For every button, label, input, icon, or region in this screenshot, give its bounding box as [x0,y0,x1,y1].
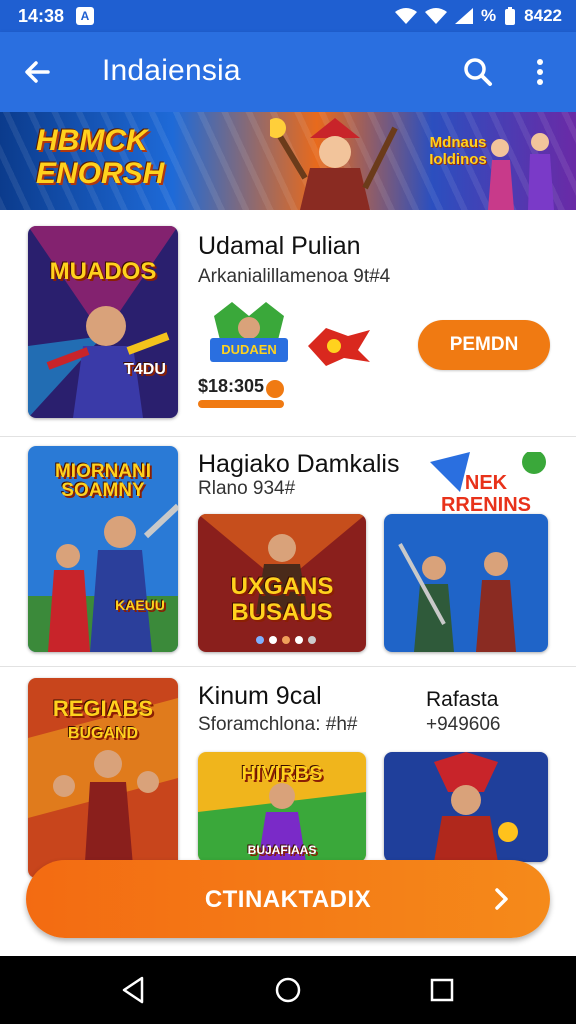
screenshot-sub: BUJAFIAAS [247,843,317,857]
list-item[interactable]: MUADOS T4DU Udamal Pulian Arkanialillame… [0,210,576,436]
thumbnail-title: REGIABS [52,696,154,721]
banner-hero-art [270,118,398,210]
screenshot-title: UXGANS BUSAUS [230,573,334,626]
battery-text: 8422 [524,6,562,25]
carousel-dot [269,636,277,644]
carousel-dot [295,636,303,644]
list-item[interactable]: MIORNANI SOAMNY KAEUU Hagiako Damkalis R… [0,436,576,666]
status-right-group: % 8422 [395,6,562,26]
side-subtitle: +949606 [426,714,501,735]
battery-icon [505,7,516,25]
banner-title: HBMCK ENORSH [36,124,165,190]
app-title: Hagiako Damkalis [198,450,400,478]
promo-badge: NEK RRENINS [430,452,550,522]
thumbnail-sub: T4DU [124,361,166,378]
screenshot-2[interactable] [384,514,548,652]
carousel-dot [282,636,290,644]
wifi-icon-2 [425,8,448,24]
thumbnail-sub: KAEUU [115,597,165,613]
carousel-dots [256,636,316,644]
nav-recents-icon[interactable] [426,974,458,1006]
app-bar: Indaiensia [0,32,576,112]
search-icon[interactable] [458,52,498,92]
game-thumbnail[interactable]: REGIABS BUGAND [28,678,178,878]
signal-icon [455,8,474,24]
chevron-right-icon [495,888,508,910]
nav-back-icon[interactable] [118,974,150,1006]
notification-app-icon: A [76,7,94,25]
price-label: $18:305 [198,376,265,396]
game-thumbnail[interactable]: MIORNANI SOAMNY KAEUU [28,446,178,652]
developer-logo: DUDAEN [206,302,292,366]
nav-home-icon[interactable] [272,974,304,1006]
signal-text: % [481,6,497,25]
banner-heroes-art [488,133,554,210]
thumbnail-sub: BUGAND [67,725,139,742]
status-bar: 14:38 A % 8422 [0,0,576,32]
screenshot-title: HIVIRBS [241,763,323,785]
wifi-icon [395,8,418,24]
carousel-dot [308,636,316,644]
price-underline [198,400,284,408]
dragon-badge-icon [308,328,370,366]
promo-banner[interactable]: HBMCK ENORSH Mdnaus Ioldinos [0,112,576,210]
price-coin-icon [266,380,284,398]
logo-label: DUDAEN [221,342,277,357]
thumbnail-art [28,226,178,418]
back-arrow-icon[interactable] [18,52,58,92]
system-nav-bar [0,956,576,1024]
badge-label: NEK RRENINS [440,472,531,516]
page-title: Indaiensia [102,54,241,87]
more-vert-icon[interactable] [522,52,558,92]
thumbnail-title: MUADOS [49,258,157,285]
carousel-dot [256,636,264,644]
app-subtitle: Sforamchlona: #h# [198,714,358,735]
screenshot-2[interactable] [384,752,548,862]
game-thumbnail[interactable]: MUADOS T4DU [28,226,178,418]
app-subtitle: Arkanialillamenoa 9t#4 [198,266,391,287]
primary-cta-button[interactable]: CTINAKTADIX [26,860,550,938]
app-title: Kinum 9cal [198,682,322,710]
side-title: Rafasta [426,688,499,711]
install-button[interactable]: PEMDN [418,320,550,370]
cta-label: CTINAKTADIX [204,886,372,913]
screenshot-art [384,514,548,652]
app-subtitle: Rlano 934# [198,478,296,499]
screenshot-1[interactable]: UXGANS BUSAUS [198,514,366,652]
app-title: Udamal Pulian [198,232,361,260]
screenshot-art [384,752,548,862]
thumbnail-title: MIORNANI SOAMNY [54,461,152,501]
screenshot-1[interactable]: HIVIRBS BUJAFIAAS [198,752,366,862]
status-time: 14:38 [18,6,65,26]
